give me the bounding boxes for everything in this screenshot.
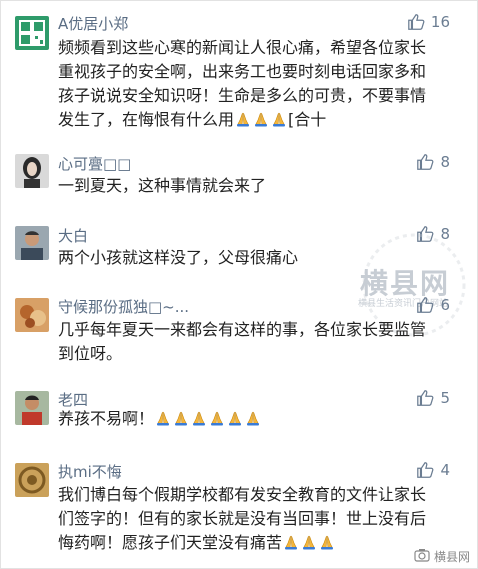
woman-avatar[interactable]: [15, 154, 49, 188]
commenter-name[interactable]: 大白: [58, 225, 88, 246]
comment-line: 们签字的！但有的家长就是没有当回事！世上没有后: [58, 509, 427, 528]
comment-line: 几乎每年夏天一来都会有这样的事，各位家长要监管: [58, 320, 427, 339]
thumbs-up-icon: [416, 153, 434, 171]
comment-line: 我们博白每个假期学校都有发安全教育的文件让家长: [58, 485, 427, 504]
qr-avatar[interactable]: [15, 16, 49, 50]
person-avatar[interactable]: [15, 391, 49, 425]
comment-text: 几乎每年夏天一来都会有这样的事，各位家长要监管 到位呀。: [58, 318, 470, 366]
comment-line-text: 养孩不易啊！: [58, 409, 155, 428]
pray-emoji-icon: [245, 410, 261, 426]
pray-emoji-icon: [155, 410, 171, 426]
commenter-name[interactable]: 执mi不悔: [58, 461, 122, 482]
thumbs-up-icon: [416, 389, 434, 407]
comment-line: 孩子说说安全知识呀！生命是多么的可贵，不要事情: [58, 86, 427, 105]
comment-text: 我们博白每个假期学校都有发安全教育的文件让家长 们签字的！但有的家长就是没有当回…: [58, 483, 470, 555]
like-button[interactable]: 8: [416, 153, 450, 171]
comment-line-suffix: [合十: [288, 110, 327, 129]
comment-line-text: 悔药啊！愿孩子们天堂没有痛苦: [58, 533, 283, 552]
pray-emoji-group: [154, 409, 262, 428]
comment-line: 悔药啊！愿孩子们天堂没有痛苦: [58, 531, 470, 555]
comment-line: 发生了，在悔恨有什么用 [合十: [58, 108, 470, 132]
comment-line: 养孩不易啊！: [58, 407, 470, 431]
like-count: 5: [440, 389, 450, 407]
commenter-name[interactable]: 心可亹□□: [58, 153, 131, 174]
pray-emoji-icon: [301, 534, 317, 550]
pray-emoji-group: [234, 110, 288, 129]
comment-line: 重视孩子的安全啊，出来务工也要时刻电话回家多和: [58, 62, 427, 81]
like-count: 8: [440, 153, 450, 171]
comment-text: 频频看到这些心寒的新闻让人很心痛，希望各位家长 重视孩子的安全啊，出来务工也要时…: [58, 36, 470, 132]
pray-emoji-icon: [173, 410, 189, 426]
comment-line: 频频看到这些心寒的新闻让人很心痛，希望各位家长: [58, 38, 427, 57]
pray-emoji-icon: [253, 111, 269, 127]
man-avatar[interactable]: [15, 226, 49, 260]
like-count: 4: [440, 461, 450, 479]
pray-emoji-icon: [283, 534, 299, 550]
thumbs-up-icon: [416, 461, 434, 479]
like-count: 16: [430, 13, 450, 31]
comment-line: 一到夏天，这种事情就会来了: [58, 176, 267, 195]
comment-line: 到位呀。: [58, 344, 123, 363]
pray-emoji-icon: [191, 410, 207, 426]
pray-emoji-icon: [209, 410, 225, 426]
camera-icon: [414, 548, 430, 565]
pray-emoji-icon: [235, 111, 251, 127]
like-button[interactable]: 4: [416, 461, 450, 479]
food-avatar[interactable]: [15, 298, 49, 332]
comment-text: 养孩不易啊！: [58, 407, 470, 431]
pray-emoji-icon: [227, 410, 243, 426]
thumbs-up-icon: [416, 296, 434, 314]
pray-emoji-icon: [319, 534, 335, 550]
ornament-avatar[interactable]: [15, 463, 49, 497]
commenter-name[interactable]: 守候那份孤独□~...: [58, 296, 189, 317]
pray-emoji-icon: [271, 111, 287, 127]
like-button[interactable]: 16: [407, 13, 450, 31]
comment-text: 一到夏天，这种事情就会来了: [58, 174, 470, 198]
commenter-name[interactable]: A优居小郑: [58, 13, 128, 34]
like-button[interactable]: 6: [416, 296, 450, 314]
like-count: 6: [440, 296, 450, 314]
source-footer: 横县网: [414, 548, 470, 565]
thumbs-up-icon: [407, 13, 425, 31]
source-label: 横县网: [433, 550, 470, 564]
like-button[interactable]: 5: [416, 389, 450, 407]
comment-line-text: 发生了，在悔恨有什么用: [58, 110, 235, 129]
pray-emoji-group: [282, 533, 336, 552]
